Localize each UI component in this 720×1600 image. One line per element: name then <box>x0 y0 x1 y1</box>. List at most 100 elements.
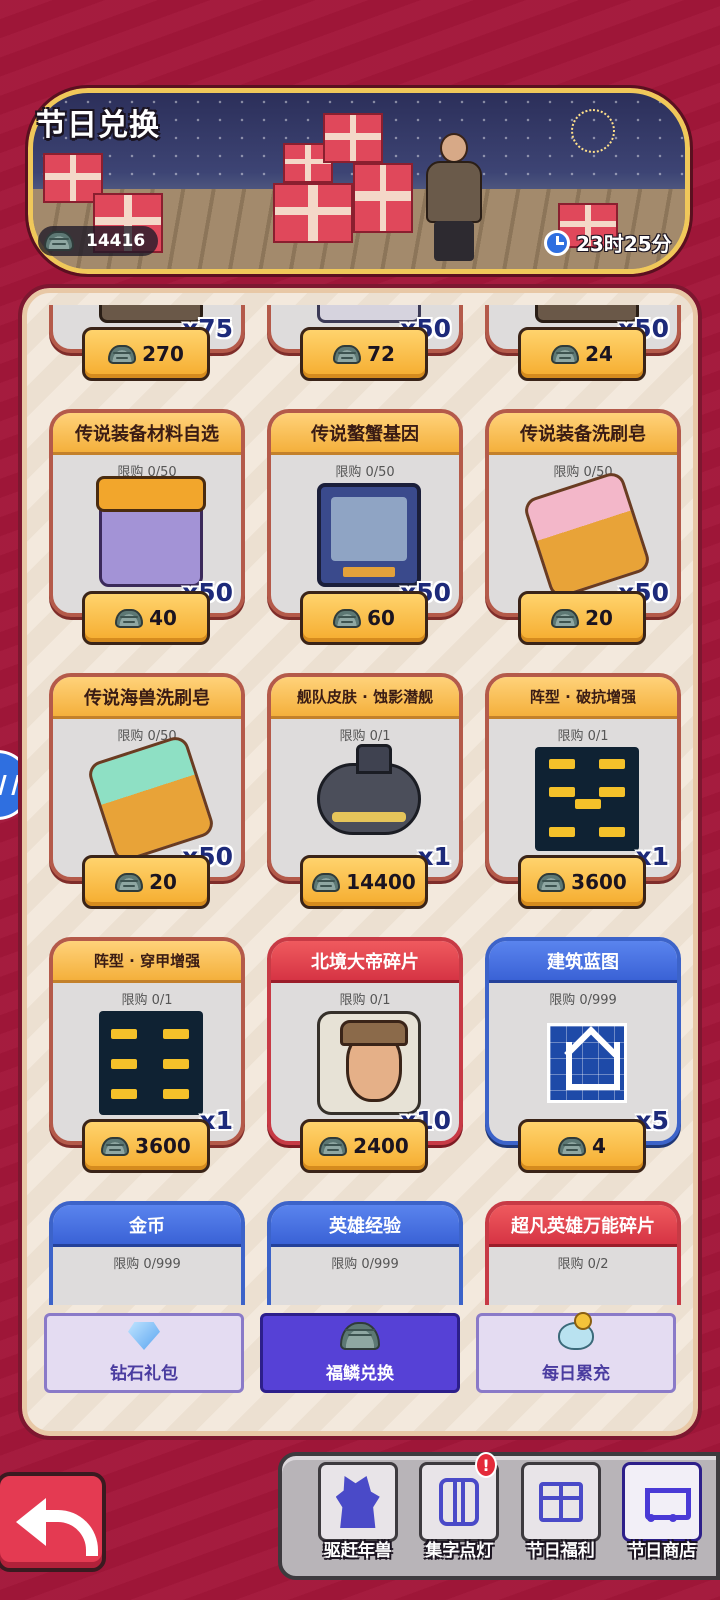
card-frame: 建筑蓝图 限购 0/999 x5 <box>485 937 681 1145</box>
item-icon <box>317 744 421 835</box>
shop-item-card[interactable]: 英雄经验 限购 0/999 <box>267 1201 463 1305</box>
buy-button[interactable]: 2400 <box>300 1119 428 1173</box>
shop-item-card[interactable]: 阵型 · 穿甲增强 限购 0/1 x1 3600 <box>49 937 245 1173</box>
currency-value: 14416 <box>86 231 146 251</box>
tab-scale-exchange[interactable]: 福鳞兑换 <box>260 1313 460 1393</box>
formation-slot <box>549 759 575 769</box>
nav-item-festival-benefits[interactable]: 节日福利 <box>513 1462 609 1570</box>
item-name: 英雄经验 <box>271 1205 459 1247</box>
shop-item-card[interactable]: x50 72 <box>267 305 463 381</box>
shop-item-card[interactable]: 建筑蓝图 限购 0/999 x5 4 <box>485 937 681 1173</box>
gift-icon <box>538 1482 583 1522</box>
gift-box-decoration <box>353 163 413 233</box>
formation-slot <box>599 787 625 797</box>
buy-button[interactable]: 60 <box>300 591 428 645</box>
item-icon <box>317 1011 421 1115</box>
price-value: 40 <box>149 606 177 630</box>
tab-daily-recharge[interactable]: 每日累充 <box>476 1312 676 1393</box>
shop-item-card[interactable]: 阵型 · 破抗增强 限购 0/1 x1 3600 <box>485 673 681 909</box>
item-name: 传说螯蟹基因 <box>271 413 459 455</box>
formation-slot <box>111 1029 137 1039</box>
buy-button[interactable]: 270 <box>82 327 210 381</box>
price-value: 20 <box>585 606 613 630</box>
alert-badge: ! <box>475 1452 497 1478</box>
fish-scale-icon <box>108 344 137 364</box>
buy-button[interactable]: 4 <box>518 1119 646 1173</box>
buy-button[interactable]: 72 <box>300 327 428 381</box>
item-name: 传说装备洗刷皂 <box>489 413 677 455</box>
drawer-icon <box>0 775 20 795</box>
fish-scale-icon <box>551 608 580 628</box>
purchase-limit: 限购 0/50 <box>553 465 613 480</box>
fish-scale-icon <box>333 344 362 364</box>
buy-button[interactable]: 40 <box>82 591 210 645</box>
buy-button[interactable]: 14400 <box>300 855 428 909</box>
item-name: 北境大帝碎片 <box>271 941 459 983</box>
timer-text: 23时25分 <box>576 232 672 256</box>
shop-panel: x75 270 x50 72 x50 24 传说装备材料自选 限购 0/50 x50 40 传说螯蟹… <box>18 284 702 1440</box>
buy-button[interactable]: 3600 <box>518 855 646 909</box>
fish-scale-icon <box>115 608 144 628</box>
fish-scale-icon <box>115 872 144 892</box>
tab-diamond-pack[interactable]: 钻石礼包 <box>44 1313 244 1393</box>
back-button[interactable] <box>0 1472 106 1572</box>
purchase-limit: 限购 0/1 <box>557 729 609 744</box>
nav-label: 节日福利 <box>526 1541 595 1561</box>
buy-button[interactable]: 24 <box>518 327 646 381</box>
formation-slot <box>163 1059 189 1069</box>
item-name: 传说海兽洗刷皂 <box>53 677 241 719</box>
purchase-limit: 限购 0/1 <box>339 993 391 1008</box>
nav-item-drive-beast[interactable]: 驱赶年兽 <box>310 1462 406 1570</box>
shop-item-card[interactable]: 超凡英雄万能碎片 限购 0/2 <box>485 1201 681 1305</box>
shop-item-card[interactable]: 传说装备洗刷皂 限购 0/50 x50 20 <box>485 409 681 645</box>
buy-button[interactable]: 20 <box>82 855 210 909</box>
shop-item-card[interactable]: 传说螯蟹基因 限购 0/50 x50 60 <box>267 409 463 645</box>
item-name: 舰队皮肤 · 蚀影潜舰 <box>271 677 459 719</box>
shop-item-card[interactable]: x50 24 <box>485 305 681 381</box>
formation-slot <box>111 1089 137 1099</box>
price-value: 270 <box>142 342 184 366</box>
price-value: 3600 <box>571 870 627 894</box>
formation-slot <box>549 787 575 797</box>
shop-scroll-area[interactable]: x75 270 x50 72 x50 24 传说装备材料自选 限购 0/50 x50 40 传说螯蟹… <box>49 305 681 1305</box>
purchase-limit: 限购 0/2 <box>557 1257 609 1272</box>
piggy-bank-icon <box>558 1312 594 1350</box>
purchase-limit: 限购 0/999 <box>113 1257 181 1272</box>
nav-label: 驱赶年兽 <box>323 1541 392 1561</box>
gift-box-decoration <box>323 113 383 163</box>
back-arrow-icon <box>16 1494 98 1556</box>
card-frame: 传说装备材料自选 限购 0/50 x50 <box>49 409 245 617</box>
shop-item-card[interactable]: 金币 限购 0/999 <box>49 1201 245 1305</box>
tab-label: 每日累充 <box>542 1364 610 1384</box>
price-value: 3600 <box>135 1134 191 1158</box>
formation-slot <box>575 799 601 809</box>
item-name: 传说装备材料自选 <box>53 413 241 455</box>
purchase-limit: 限购 0/999 <box>549 993 617 1008</box>
nav-label: 集字点灯 <box>425 1541 494 1561</box>
nav-item-lanterns[interactable]: ! 集字点灯 <box>412 1452 508 1570</box>
card-frame: 阵型 · 破抗增强 限购 0/1 x1 <box>485 673 681 881</box>
shop-item-card[interactable]: x75 270 <box>49 305 245 381</box>
shop-item-card[interactable]: 传说海兽洗刷皂 限购 0/50 x50 20 <box>49 673 245 909</box>
cart-icon <box>637 1480 692 1524</box>
nav-item-festival-shop[interactable]: 节日商店 <box>615 1462 711 1570</box>
fish-scale-icon <box>333 608 362 628</box>
page-title: 节日兑换 <box>36 108 160 143</box>
purchase-limit: 限购 0/1 <box>339 729 391 744</box>
card-frame: 英雄经验 限购 0/999 <box>267 1201 463 1305</box>
card-frame: 北境大帝碎片 限购 0/1 x10 <box>267 937 463 1145</box>
fish-scale-icon <box>558 1136 587 1156</box>
price-value: 4 <box>592 1134 606 1158</box>
shop-item-card[interactable]: 北境大帝碎片 限购 0/1 x10 2400 <box>267 937 463 1173</box>
buy-button[interactable]: 3600 <box>82 1119 210 1173</box>
price-value: 2400 <box>353 1134 409 1158</box>
shop-item-card[interactable]: 舰队皮肤 · 蚀影潜舰 限购 0/1 x1 14400 <box>267 673 463 909</box>
price-value: 60 <box>367 606 395 630</box>
beast-icon <box>335 1476 380 1528</box>
fish-scale-icon <box>340 1322 380 1350</box>
buy-button[interactable]: 20 <box>518 591 646 645</box>
tab-label: 福鳞兑换 <box>326 1364 394 1384</box>
card-frame: 传说螯蟹基因 限购 0/50 x50 <box>267 409 463 617</box>
gift-box-decoration <box>273 183 353 243</box>
shop-item-card[interactable]: 传说装备材料自选 限购 0/50 x50 40 <box>49 409 245 645</box>
